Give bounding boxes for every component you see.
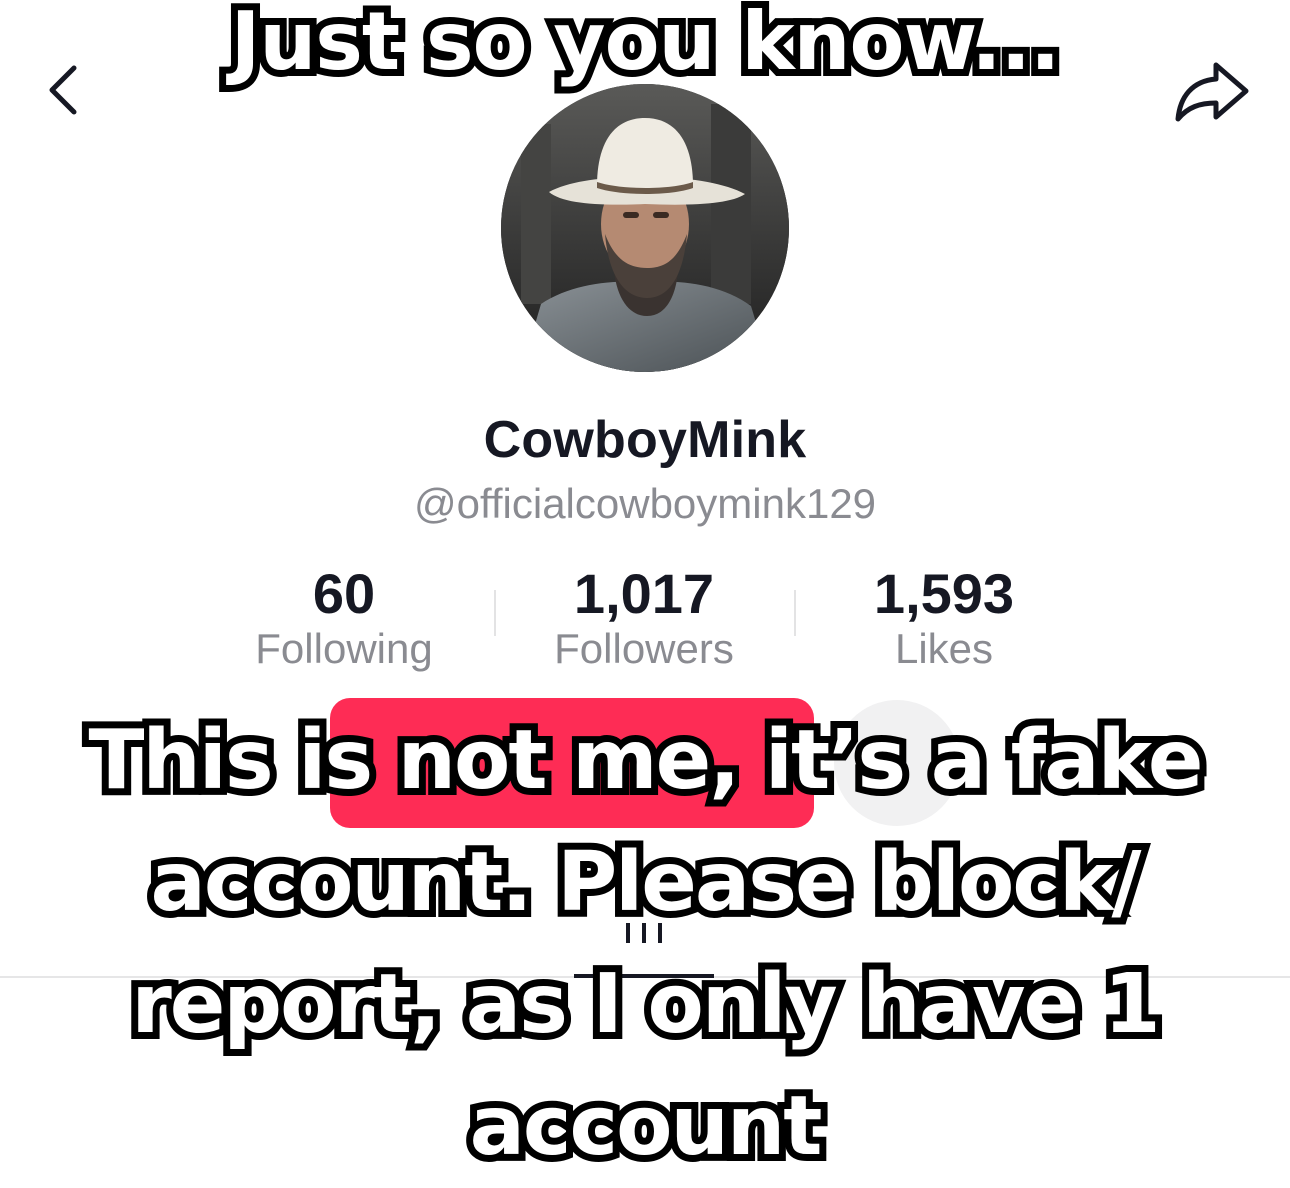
overlay-caption-main: This is not me, it’s a fake account. Ple… [0,700,1290,1188]
stat-likes: 1,593 Likes [794,562,1094,672]
avatar-photo [501,84,789,372]
likes-count: 1,593 [873,562,1015,625]
overlay-caption-top: Just so you know... [224,0,1068,95]
followers-label: Followers [554,625,734,672]
following-label: Following [255,625,433,672]
caption-line: This is not me, it’s a fake [81,706,1210,815]
stat-followers[interactable]: 1,017 Followers [494,562,794,672]
username-handle: @officialcowboymink129 [413,480,877,527]
caption-line: account. Please block/ [144,828,1149,937]
caption-line: report, as I only have 1 [124,950,1167,1059]
stat-following[interactable]: 60 Following [194,562,494,672]
avatar[interactable] [501,84,789,372]
profile-page: CowboyMink @officialcowboymink129 60 Fol… [0,0,1290,1188]
following-count: 60 [312,562,376,625]
caption-line: account [463,1072,830,1181]
likes-label: Likes [894,625,994,672]
display-name: CowboyMink [483,411,807,469]
followers-count: 1,017 [573,562,715,625]
